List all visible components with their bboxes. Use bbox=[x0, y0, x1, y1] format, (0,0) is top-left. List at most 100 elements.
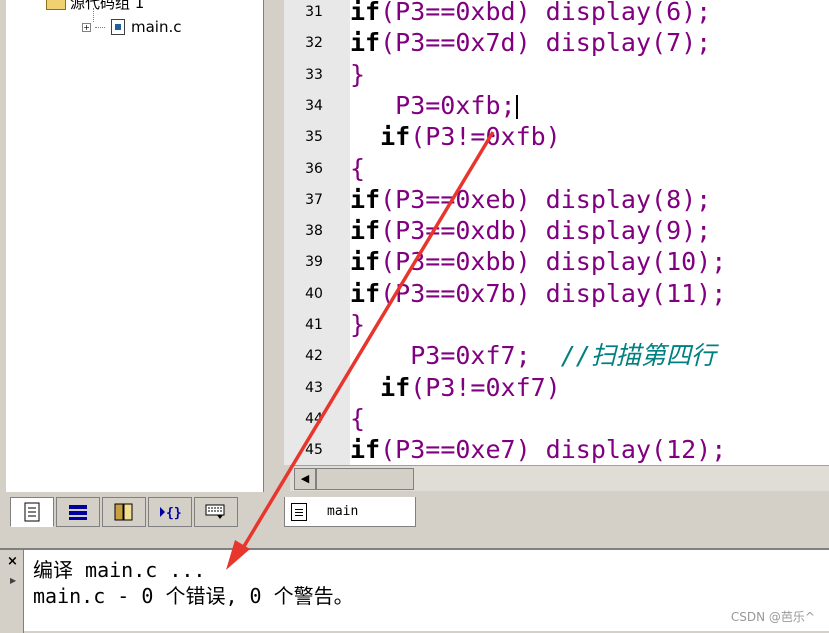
code-line[interactable]: 45 if(P3==0xe7) display(12); bbox=[284, 435, 829, 465]
code-text: { bbox=[350, 154, 365, 184]
code-text: if(P3==0xbd) display(6); bbox=[350, 0, 711, 27]
scroll-left-button[interactable]: ◀ bbox=[294, 468, 316, 490]
code-token: (P3!=0xf7) bbox=[410, 372, 561, 402]
line-number: 43 bbox=[305, 379, 323, 396]
code-line[interactable]: 34 P3=0xfb; bbox=[284, 91, 829, 121]
line-number: 34 bbox=[305, 97, 323, 114]
code-line[interactable]: 38 if(P3==0xdb) display(9); bbox=[284, 216, 829, 246]
code-text: if(P3==0x7d) display(7); bbox=[350, 28, 711, 58]
line-number: 41 bbox=[305, 317, 323, 333]
code-token: (P3==0xbb) display(10); bbox=[380, 247, 727, 277]
editor-tab-bar: main bbox=[284, 494, 829, 534]
code-token: (P3!=0xfb) bbox=[410, 122, 561, 152]
code-line[interactable]: 41} bbox=[284, 310, 829, 340]
line-number: 36 bbox=[305, 160, 323, 177]
files-icon bbox=[24, 502, 40, 522]
files-tab[interactable] bbox=[10, 497, 54, 527]
code-text: if(P3==0xe7) display(12); bbox=[350, 435, 726, 465]
scroll-thumb[interactable] bbox=[316, 468, 414, 490]
tab-main[interactable]: main bbox=[284, 497, 416, 527]
line-number: 42 bbox=[305, 348, 323, 365]
code-text: P3=0xfb; bbox=[350, 91, 518, 121]
line-number: 32 bbox=[305, 35, 323, 52]
document-icon bbox=[291, 502, 307, 521]
code-token: (P3==0x7b) display(11); bbox=[380, 278, 727, 308]
keyword-token: if bbox=[350, 184, 381, 214]
line-number: 37 bbox=[305, 191, 323, 208]
tree-dots bbox=[95, 26, 105, 28]
code-line[interactable]: 37 if(P3==0xeb) display(8); bbox=[284, 185, 829, 215]
code-token: } bbox=[350, 310, 366, 339]
registers-tab[interactable] bbox=[56, 497, 100, 527]
line-number: 31 bbox=[305, 4, 323, 20]
books-tab[interactable] bbox=[102, 497, 146, 527]
code-text: P3=0xf7; //扫描第四行 bbox=[350, 341, 716, 371]
line-number: 33 bbox=[305, 66, 323, 83]
folder-icon bbox=[46, 0, 66, 10]
code-text: { bbox=[350, 404, 365, 434]
code-token: { bbox=[350, 403, 366, 433]
functions-icon: {} bbox=[160, 506, 181, 521]
line-number: 35 bbox=[305, 129, 323, 146]
code-line[interactable]: 33} bbox=[284, 60, 829, 90]
code-token: } bbox=[350, 59, 366, 89]
code-text: if(P3==0x7b) display(11); bbox=[350, 279, 726, 309]
output-line-result: main.c - 0 个错误, 0 个警告。 bbox=[33, 584, 354, 608]
code-line[interactable]: 44 { bbox=[284, 404, 829, 434]
output-line-compile: 编译 main.c ... bbox=[33, 558, 206, 582]
code-line[interactable]: 35 if(P3!=0xfb) bbox=[284, 122, 829, 152]
code-token: (P3==0xdb) display(9); bbox=[380, 216, 712, 246]
code-text: } bbox=[350, 310, 365, 340]
code-line[interactable]: 36 { bbox=[284, 154, 829, 184]
line-number: 40 bbox=[305, 285, 323, 302]
svg-text:{}: {} bbox=[166, 506, 181, 521]
code-text: if(P3==0xeb) display(8); bbox=[350, 185, 711, 215]
templates-icon bbox=[205, 504, 225, 519]
tree-file-main-c[interactable]: + main.c bbox=[82, 18, 182, 36]
code-line[interactable]: 42 P3=0xf7; //扫描第四行 bbox=[284, 341, 829, 371]
code-editor[interactable]: 31 if(P3==0xbd) display(6); 32 if(P3==0x7d)… bbox=[284, 0, 829, 465]
line-number: 45 bbox=[305, 442, 323, 459]
keyword-token: if bbox=[350, 0, 381, 26]
keyword-token: if bbox=[350, 247, 381, 277]
code-line[interactable]: 32 if(P3==0x7d) display(7); bbox=[284, 28, 829, 58]
expand-icon[interactable]: + bbox=[82, 22, 91, 32]
functions-tab[interactable]: {} bbox=[148, 497, 192, 527]
line-number: 39 bbox=[305, 254, 323, 271]
source-group-label: 源代码组 1 bbox=[70, 0, 145, 12]
code-text: if(P3!=0xfb) bbox=[350, 122, 561, 152]
keyword-token: if bbox=[350, 435, 381, 465]
line-number: 38 bbox=[305, 223, 323, 240]
comment-token: //扫描第四行 bbox=[560, 341, 716, 371]
line-number: 44 bbox=[305, 410, 323, 427]
close-icon[interactable]: × bbox=[7, 554, 18, 569]
code-line[interactable]: 43 if(P3!=0xf7) bbox=[284, 373, 829, 403]
text-caret bbox=[515, 94, 518, 119]
code-text: if(P3==0xdb) display(9); bbox=[350, 216, 711, 246]
code-token: (P3==0x7d) display(7); bbox=[380, 28, 712, 58]
templates-tab[interactable] bbox=[194, 497, 238, 527]
project-tab-bar: {} bbox=[6, 494, 264, 530]
c-file-icon bbox=[111, 19, 125, 35]
code-token: P3=0xf7; bbox=[410, 341, 561, 371]
code-line[interactable]: 40 if(P3==0x7b) display(11); bbox=[284, 279, 829, 309]
code-text: if(P3==0xbb) display(10); bbox=[350, 247, 726, 277]
expand-arrow-icon[interactable]: ▶ bbox=[10, 576, 16, 585]
tab-main-label: main bbox=[327, 504, 359, 519]
code-token: (P3==0xbd) display(6); bbox=[380, 0, 712, 26]
code-token: { bbox=[350, 153, 366, 183]
code-line[interactable]: 39 if(P3==0xbb) display(10); bbox=[284, 247, 829, 277]
books-icon bbox=[114, 503, 133, 521]
keyword-token: if bbox=[350, 278, 381, 308]
source-group-row[interactable]: 源代码组 1 bbox=[46, 0, 144, 13]
registers-icon bbox=[69, 505, 87, 520]
code-token: (P3==0xe7) display(12); bbox=[380, 435, 727, 465]
keyword-token: if bbox=[380, 122, 411, 152]
file-label: main.c bbox=[131, 18, 182, 36]
code-line[interactable]: 31 if(P3==0xbd) display(6); bbox=[284, 0, 829, 27]
editor-horizontal-scrollbar[interactable]: ◀ bbox=[290, 465, 829, 491]
